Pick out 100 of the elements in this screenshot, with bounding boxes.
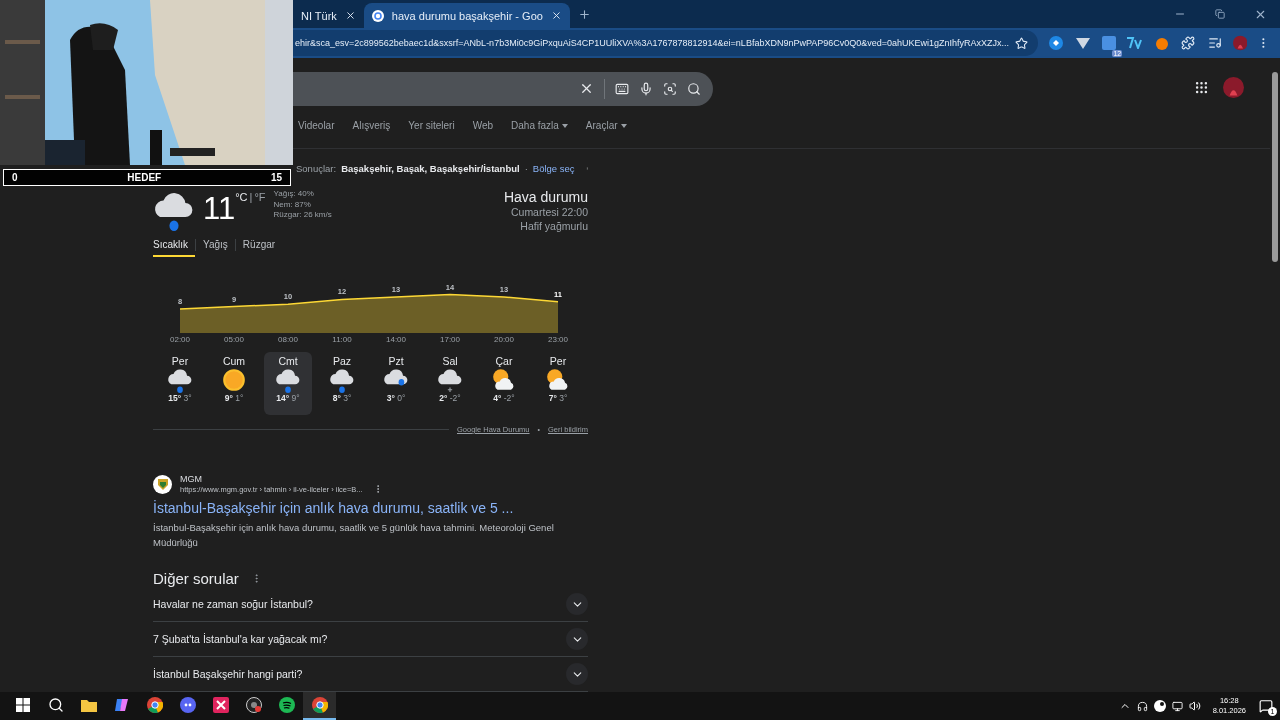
current-temperature: 11 <box>203 190 236 228</box>
search-filter-tab[interactable]: Araçlar <box>585 120 627 131</box>
day-temperatures: 8° 3° <box>332 393 352 403</box>
message-icon <box>1259 699 1273 713</box>
search-icon[interactable] <box>687 81 701 96</box>
unit-separator: | <box>249 191 253 205</box>
hour-label: 02:00 <box>169 335 191 344</box>
browser-logo-icon <box>311 697 328 713</box>
search-filter-tab[interactable]: Yer siteleri <box>408 120 455 131</box>
day-temperatures: 14° 9° <box>276 393 300 403</box>
day-forecast[interactable]: Per 7° 3° <box>534 352 582 415</box>
weather-tab[interactable]: Yağış <box>196 239 235 257</box>
weather-title: Hava durumu <box>503 189 588 205</box>
hour-label: 23:00 <box>547 335 569 344</box>
day-name: Çar <box>495 355 513 367</box>
restore-icon[interactable] <box>1215 9 1225 19</box>
triangle-extension-icon[interactable] <box>1075 37 1090 49</box>
day-name: Pzt <box>388 355 404 367</box>
day-forecast[interactable]: Cum 9° 1° <box>210 352 258 415</box>
day-forecast[interactable]: Cmt 14° 9° <box>264 352 312 415</box>
browser-logo-icon <box>146 697 163 713</box>
hour-label: 11:00 <box>331 335 353 344</box>
scrollbar-thumb[interactable] <box>1272 72 1278 262</box>
browser-tab[interactable]: hava durumu başakşehir - Goo <box>363 3 570 28</box>
question-text: Havalar ne zaman soğur İstanbul? <box>153 598 313 610</box>
day-name: Paz <box>332 355 352 367</box>
expand-button[interactable] <box>566 593 588 615</box>
folder-icon <box>80 698 97 712</box>
hour-label: 05:00 <box>223 335 245 344</box>
windows-grid-icon <box>15 698 30 712</box>
separator-dot: · <box>524 162 528 174</box>
weather-detail: Yağış: 40% <box>273 189 315 200</box>
day-forecast[interactable]: Çar 4° -2° <box>480 352 528 415</box>
expand-button[interactable] <box>566 663 588 685</box>
day-name: Sal <box>442 355 458 367</box>
hour-label: 17:00 <box>439 335 461 344</box>
day-name: Cum <box>222 355 246 367</box>
day-forecast[interactable]: Per 15° 3° <box>156 352 204 415</box>
emote-extension-icon[interactable] <box>1127 37 1144 49</box>
question-row[interactable]: 7 Şubat'ta İstanbul'a kar yağacak mı? <box>153 622 588 657</box>
expand-button[interactable] <box>566 628 588 650</box>
camera-search-icon[interactable] <box>663 81 677 96</box>
rain-cloud-icon <box>329 367 355 393</box>
weather-detail: Nem: 87% <box>273 199 312 210</box>
url-text: ehir&sca_esv=2c899562bebaec1d&sxsrf=ANbL-n7b3Mi0c9GiPxquAiS4CP1UUliXVA%3A1767878812914&ei=nLBfabXDN9nPwPAP96Cv0Q0&ved=0ahUKEwi1gZnIhfyRAxXZJx... <box>295 38 1010 48</box>
site-name: MGM <box>180 474 203 484</box>
celsius-toggle[interactable]: °C <box>235 191 248 233</box>
profile-avatar[interactable] <box>1232 35 1248 51</box>
extensions-icon[interactable] <box>1181 36 1196 50</box>
day-forecast[interactable]: Pzt 3° 0° <box>372 352 420 415</box>
weather-tab[interactable]: Rüzgar <box>235 239 283 257</box>
question-row[interactable]: Havalar ne zaman soğur İstanbul? <box>153 587 588 622</box>
results-label: Sonuçlar: <box>296 162 337 174</box>
rain-cloud-icon <box>275 367 301 393</box>
address-bar[interactable]: ehir&sca_esv=2c899562bebaec1d&sxsrf=ANbL-n7b3Mi0c9GiPxquAiS4CP1UUliXVA%3A1767878812914&ei=nLBfabXDN9nPwPAP96Cv0Q0&ved=0ahUKEwi1gZnIhfyRAxXZJx... <box>293 30 1039 56</box>
search-filter-tab[interactable]: Videolar <box>298 120 335 131</box>
day-name: Per <box>549 355 567 367</box>
day-name: Per <box>171 355 189 367</box>
volume-icon[interactable] <box>1188 700 1201 712</box>
network-icon[interactable] <box>1171 700 1183 712</box>
bookmark-star-icon[interactable] <box>1015 36 1029 50</box>
close-icon[interactable] <box>344 10 356 21</box>
hour-label: 08:00 <box>277 335 299 344</box>
site-logo-icon <box>371 9 384 22</box>
tab-title: hava durumu başakşehir - Goo <box>391 9 543 22</box>
tab-title: NI Türk <box>301 9 337 22</box>
search-filter-tab[interactable]: Web <box>472 120 494 131</box>
extension-icon[interactable] <box>1049 36 1064 50</box>
day-forecast[interactable]: Paz 8° 3° <box>318 352 366 415</box>
profile-avatar[interactable] <box>1223 77 1244 98</box>
choose-region-link[interactable]: Bölge seç <box>532 162 575 174</box>
round-extension-icon[interactable] <box>1154 36 1169 50</box>
day-temperatures: 3° 0° <box>386 393 406 403</box>
result-snippet: İstanbul-Başakşehir için anlık hava durumu, saatlik ve 5 günlük hava tahmini. Meteoroloji Genel Müdürlüğü <box>153 521 555 550</box>
media-control-icon[interactable] <box>1207 36 1222 50</box>
taskbar-app[interactable] <box>303 692 336 720</box>
new-tab-icon[interactable] <box>578 7 592 21</box>
shield-icon <box>157 478 168 490</box>
search-filter-tab[interactable]: Daha fazla <box>511 120 568 131</box>
close-icon[interactable] <box>550 10 562 21</box>
goal-end: 15 <box>270 172 282 183</box>
apps-grid-icon[interactable] <box>1194 80 1209 95</box>
day-forecast[interactable]: Sal 2° -2° <box>426 352 474 415</box>
goal-start: 0 <box>12 172 18 183</box>
calendar-extension-icon[interactable] <box>1102 36 1117 50</box>
fahrenheit-toggle[interactable]: °F <box>254 191 266 233</box>
microphone-icon[interactable] <box>639 81 653 96</box>
day-temperatures: 4° -2° <box>493 393 515 403</box>
keyboard-icon[interactable] <box>615 81 629 96</box>
result-title-link[interactable]: İstanbul-Başakşehir için anlık hava durumu, saatlik ve 5 ... <box>153 500 588 516</box>
music-app-icon <box>278 697 295 713</box>
question-text: 7 Şubat'ta İstanbul'a kar yağacak mı? <box>153 633 328 645</box>
question-text: İstanbul Başakşehir hangi parti? <box>153 668 303 680</box>
clear-icon[interactable] <box>579 81 594 96</box>
goal-label: HEDEF <box>127 172 162 183</box>
browser-tab[interactable]: NI Türk <box>293 3 364 28</box>
sun-icon <box>221 367 247 393</box>
headphones-icon[interactable] <box>1136 700 1148 712</box>
game-client-icon[interactable] <box>1153 700 1166 712</box>
search-filter-tab[interactable]: Alışveriş <box>352 120 391 131</box>
